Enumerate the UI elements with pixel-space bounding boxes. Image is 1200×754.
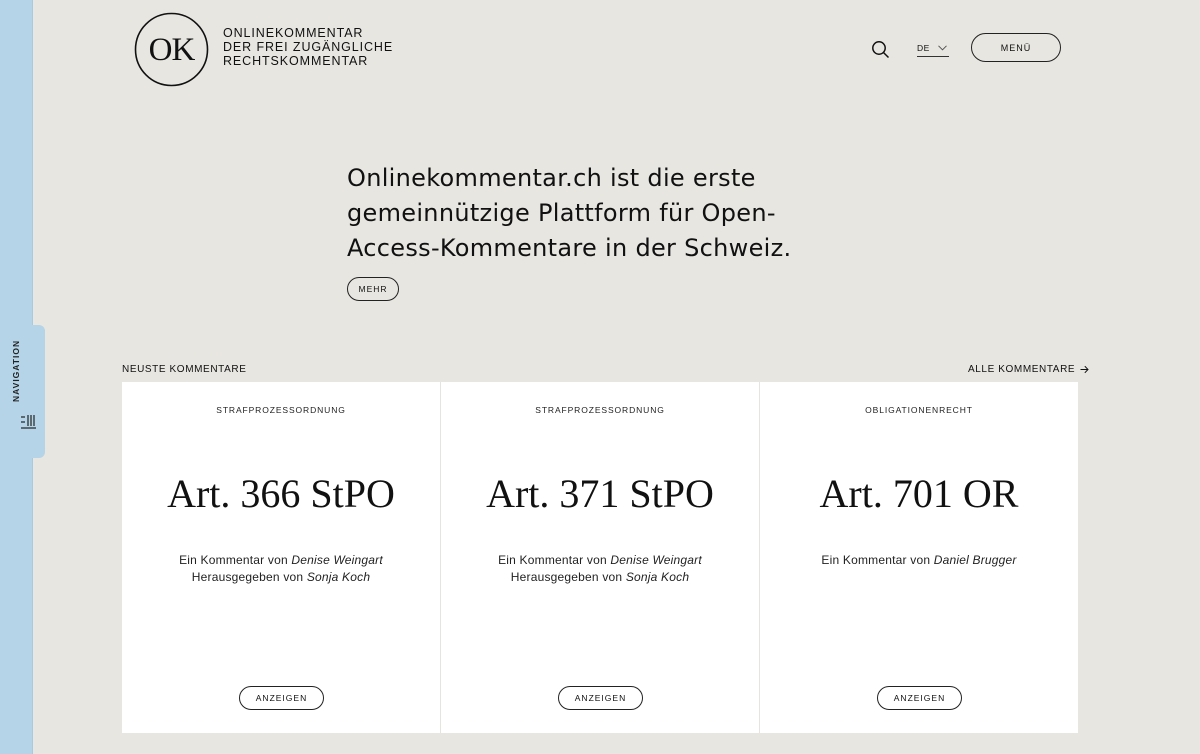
editor-name: Sonja Koch: [625, 570, 690, 584]
search-icon[interactable]: [871, 40, 890, 59]
card-meta: Ein Kommentar von Denise Weingart Heraus…: [122, 552, 440, 586]
editor-name: Sonja Koch: [306, 570, 371, 584]
hero-text: Onlinekommentar.ch ist die erste gemeinn…: [347, 164, 792, 262]
chevron-down-icon: [937, 45, 947, 51]
commentary-cards: STRAFPROZESSORDNUNG Art. 366 StPO Ein Ko…: [122, 382, 1078, 733]
card-category: OBLIGATIONENRECHT: [865, 405, 973, 415]
card-title: Art. 371 StPO: [486, 471, 714, 516]
section-title: NEUSTE KOMMENTARE: [122, 364, 247, 375]
logo-text: OK: [149, 32, 196, 68]
arrow-right-icon: [1080, 365, 1089, 374]
commentary-card[interactable]: OBLIGATIONENRECHT Art. 701 OR Ein Kommen…: [760, 382, 1078, 733]
tagline-line-3: RECHTSKOMMENTAR: [223, 54, 369, 68]
language-select[interactable]: DE: [917, 43, 949, 57]
all-commentaries-link[interactable]: ALLE KOMMENTARE: [968, 364, 1089, 375]
editor-prefix: Herausgegeben von: [510, 570, 623, 584]
commentary-card[interactable]: STRAFPROZESSORDNUNG Art. 371 StPO Ein Ko…: [441, 382, 760, 733]
author-prefix: Ein Kommentar von: [179, 553, 288, 567]
menu-lines-icon[interactable]: [20, 413, 37, 431]
more-button[interactable]: MEHR: [347, 277, 399, 301]
author-prefix: Ein Kommentar von: [821, 553, 931, 567]
commentary-card[interactable]: STRAFPROZESSORDNUNG Art. 366 StPO Ein Ko…: [122, 382, 441, 733]
author-name: Denise Weingart: [291, 553, 383, 567]
card-meta: Ein Kommentar von Daniel Brugger: [760, 552, 1078, 569]
card-title: Art. 366 StPO: [167, 471, 395, 516]
card-category: STRAFPROZESSORDNUNG: [535, 405, 665, 415]
menu-button[interactable]: MENÜ: [971, 33, 1061, 62]
show-button[interactable]: ANZEIGEN: [558, 686, 643, 710]
site-tagline: ONLINEKOMMENTAR DER FREI ZUGÄNGLICHE REC…: [223, 26, 393, 68]
author-name: Denise Weingart: [610, 553, 702, 567]
tagline-line-2: DER FREI ZUGÄNGLICHE: [223, 40, 394, 54]
author-name: Daniel Brugger: [933, 553, 1017, 567]
author-prefix: Ein Kommentar von: [498, 553, 607, 567]
language-value: DE: [917, 43, 930, 53]
all-commentaries-label: ALLE KOMMENTARE: [968, 364, 1076, 375]
tagline-line-1: ONLINEKOMMENTAR: [223, 26, 364, 40]
editor-prefix: Herausgegeben von: [191, 570, 304, 584]
card-category: STRAFPROZESSORDNUNG: [216, 405, 346, 415]
navigation-label[interactable]: NAVIGATION: [11, 340, 25, 402]
site-logo[interactable]: OK: [134, 12, 209, 87]
show-button[interactable]: ANZEIGEN: [877, 686, 962, 710]
card-title: Art. 701 OR: [819, 471, 1019, 516]
show-button[interactable]: ANZEIGEN: [239, 686, 324, 710]
card-meta: Ein Kommentar von Denise Weingart Heraus…: [441, 552, 759, 586]
